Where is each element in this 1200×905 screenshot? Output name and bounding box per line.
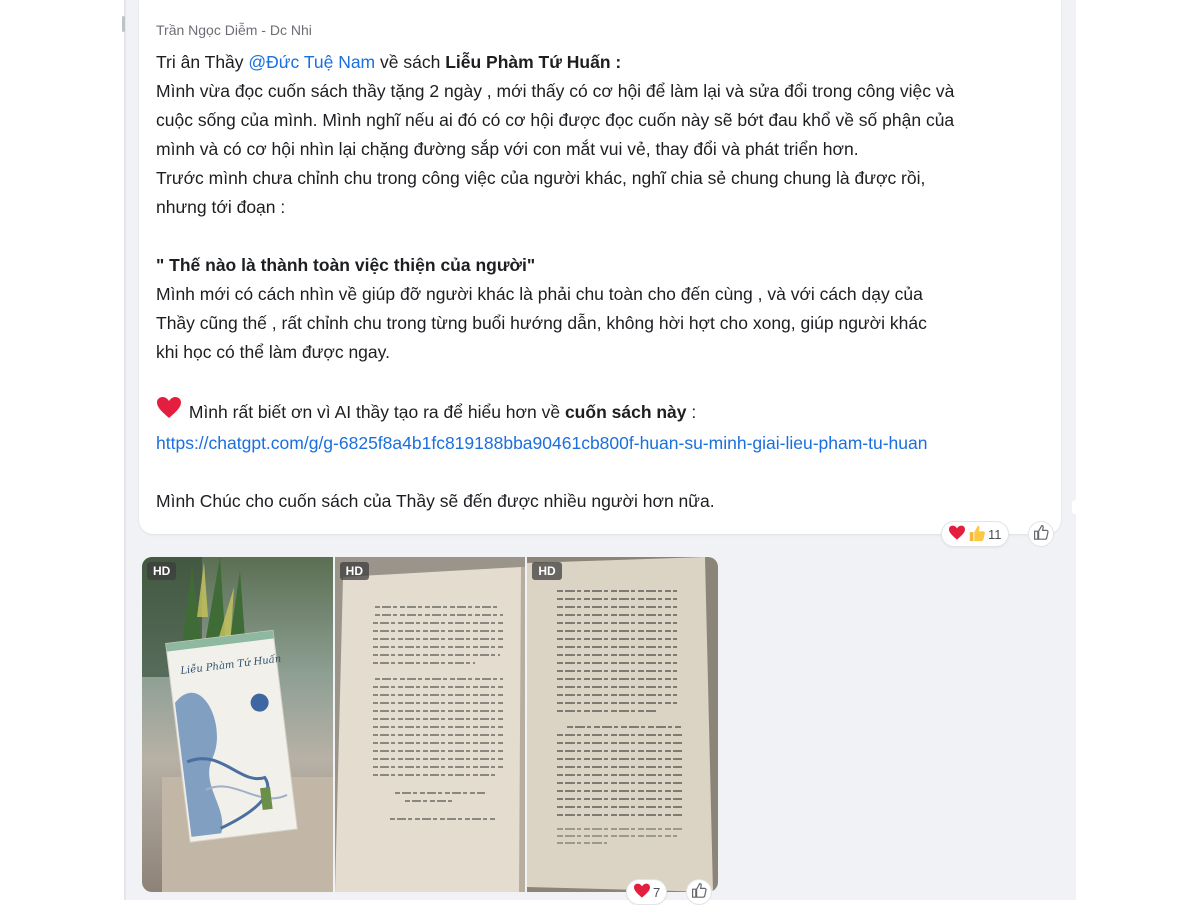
- book-title: Liễu Phàm Tứ Huấn :: [445, 52, 622, 72]
- hd-badge: HD: [147, 562, 177, 580]
- photo-reactions[interactable]: 7: [626, 879, 668, 905]
- photo-open-page-2[interactable]: HD: [527, 557, 718, 892]
- feed-divider: [124, 0, 126, 900]
- photo-grid: Liễu Phàm Tứ Huấn HD HD HD: [142, 557, 718, 892]
- message-line: Trước mình chưa chỉnh chu trong công việ…: [156, 168, 926, 188]
- message-line: mình và có cơ hội nhìn lại chặng đường s…: [156, 139, 859, 159]
- heart-icon: [156, 396, 182, 429]
- thread-marker: [122, 16, 125, 32]
- reaction-count: 11: [988, 526, 1002, 542]
- hd-badge: HD: [339, 562, 370, 580]
- quote-line: " Thế nào là thành toàn việc thiện của n…: [156, 255, 536, 275]
- message-line: khi học có thể làm được ngay.: [156, 342, 390, 362]
- intro-text: Tri ân Thầy: [156, 52, 249, 72]
- thanks-line: Mình rất biết ơn vì AI thầy tạo ra để hi…: [156, 396, 1046, 429]
- thumbs-up-outline-icon: [1033, 524, 1049, 545]
- message-line: Mình mới có cách nhìn về giúp đỡ người k…: [156, 284, 923, 304]
- message-bubble: Trần Ngọc Diễm - Dc Nhi Tri ân Thầy @Đức…: [139, 0, 1061, 534]
- thumbs-up-outline-icon: [691, 882, 707, 903]
- add-reaction-button[interactable]: [686, 879, 712, 905]
- thumbs-up-icon: [968, 524, 986, 545]
- chatgpt-link[interactable]: https://chatgpt.com/g/g-6825f8a4b1fc8191…: [156, 429, 1046, 458]
- message-line: cuộc sống của mình. Mình nghĩ nếu ai đó …: [156, 110, 955, 130]
- message-line: Thầy cũng thế , rất chỉnh chu trong từng…: [156, 313, 927, 333]
- photo-book-cover[interactable]: Liễu Phàm Tứ Huấn HD: [142, 557, 333, 892]
- thanks-text: Mình rất biết ơn vì AI thầy tạo ra để hi…: [184, 402, 565, 422]
- scrollbar-thumb[interactable]: [1072, 500, 1078, 514]
- photo-open-page-1[interactable]: HD: [334, 557, 526, 892]
- heart-icon: [948, 525, 966, 544]
- intro-mid-text: về sách: [375, 52, 446, 72]
- thanks-bold-text: cuốn sách này: [564, 402, 687, 422]
- thanks-suffix: :: [686, 402, 697, 422]
- message-line-intro: Tri ân Thầy @Đức Tuệ Nam về sách Liễu Ph…: [156, 48, 1046, 77]
- add-reaction-button[interactable]: [1028, 521, 1054, 547]
- message-body: Tri ân Thầy @Đức Tuệ Nam về sách Liễu Ph…: [156, 48, 1046, 516]
- mention-link[interactable]: @Đức Tuệ Nam: [248, 52, 375, 72]
- message-line: nhưng tới đoạn :: [156, 197, 286, 217]
- hd-badge: HD: [532, 562, 562, 580]
- sender-name[interactable]: Trần Ngọc Diễm - Dc Nhi: [156, 22, 312, 38]
- reaction-count: 7: [653, 884, 661, 900]
- closing-line: Mình Chúc cho cuốn sách của Thầy sẽ đến …: [156, 491, 715, 511]
- heart-icon: [633, 883, 651, 902]
- message-reactions[interactable]: 11: [941, 521, 1009, 547]
- message-line: Mình vừa đọc cuốn sách thầy tặng 2 ngày …: [156, 81, 955, 101]
